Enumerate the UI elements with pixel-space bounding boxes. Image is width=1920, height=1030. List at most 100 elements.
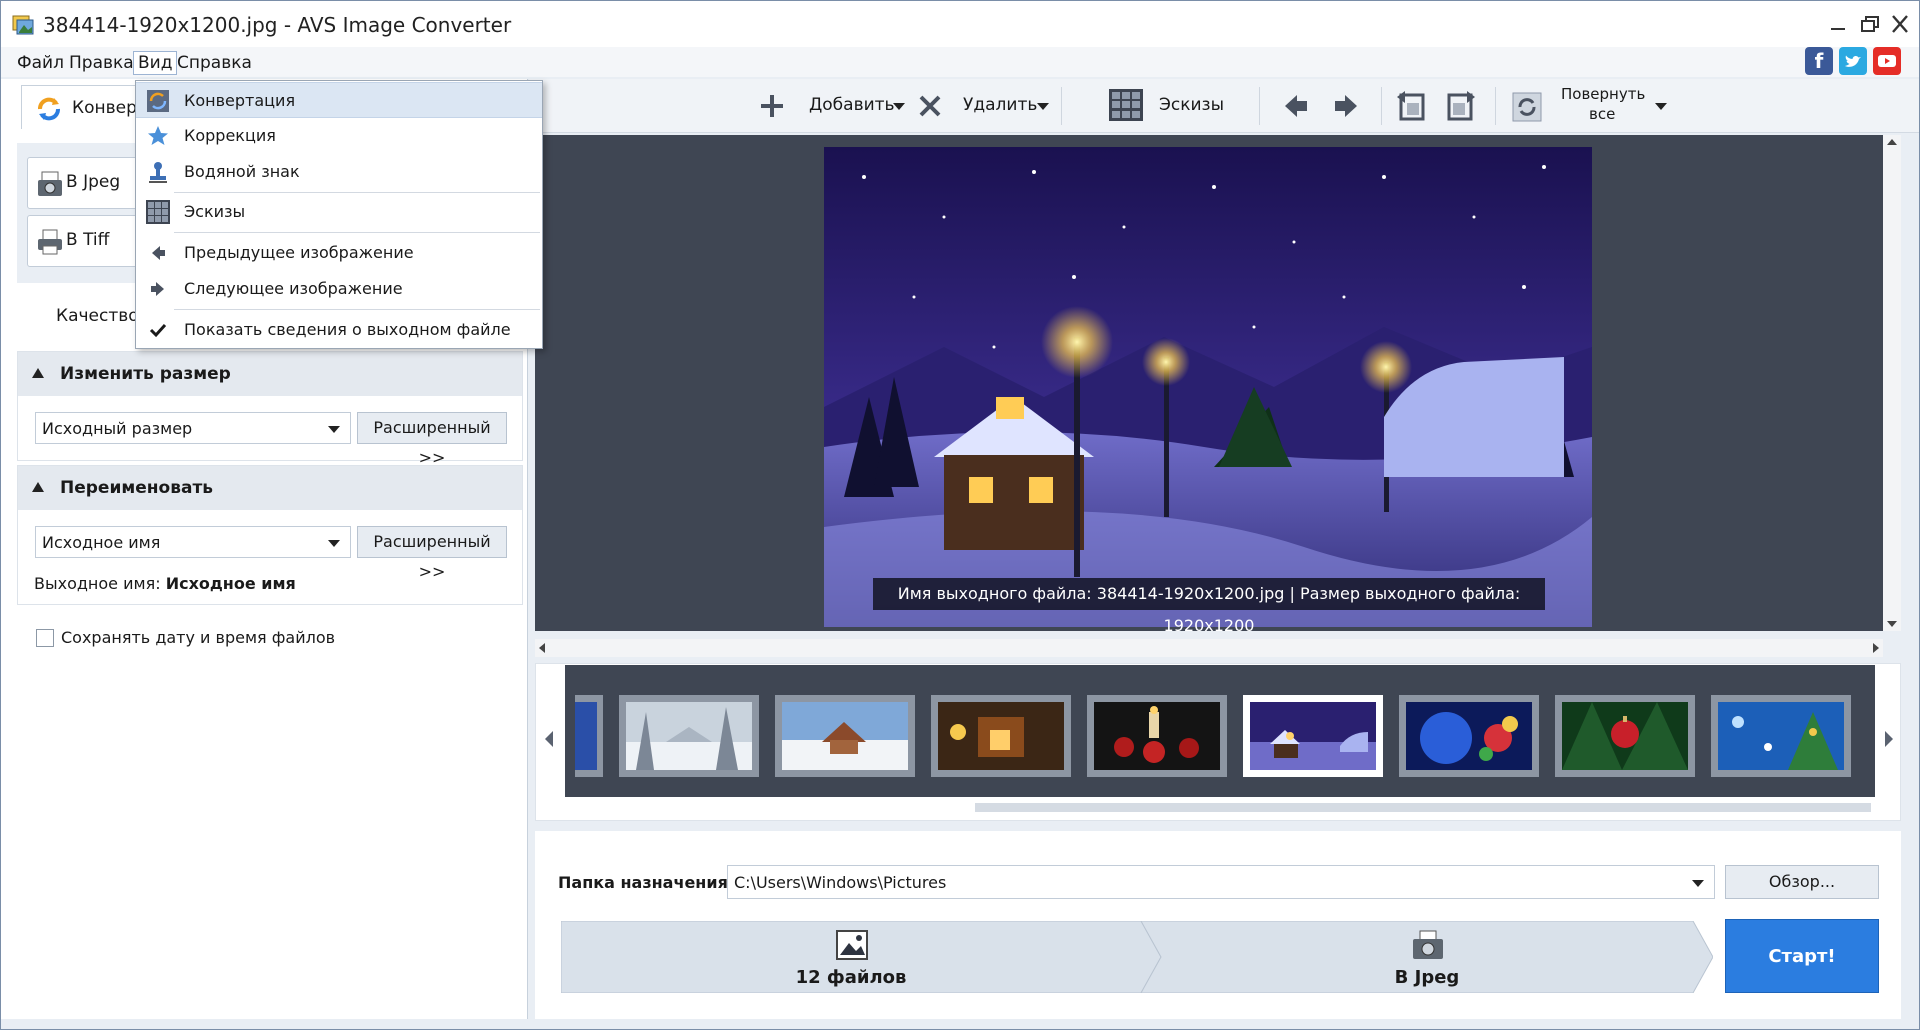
chevron-down-icon — [1692, 880, 1704, 887]
menu-item-convert[interactable]: Конвертация — [136, 82, 542, 118]
output-info-caption: Имя выходного файла: 384414-1920x1200.jp… — [873, 578, 1545, 635]
resize-select[interactable]: Исходный размер — [35, 412, 351, 444]
app-window: 384414-1920x1200.jpg - AVS Image Convert… — [0, 0, 1920, 1030]
add-icon[interactable] — [759, 93, 785, 119]
destination-folder-select[interactable]: C:\Users\Windows\Pictures — [727, 865, 1715, 899]
menu-edit[interactable]: Правка — [65, 51, 138, 75]
rename-select[interactable]: Исходное имя — [35, 526, 351, 558]
thumbnails-icon[interactable] — [1109, 89, 1143, 121]
preview-horizontal-scrollbar[interactable] — [535, 639, 1883, 657]
scrollbar-thumb[interactable] — [975, 803, 1871, 812]
star-icon — [148, 126, 168, 145]
toolbar-separator — [1061, 87, 1062, 125]
arrow-right-icon — [151, 282, 164, 296]
rename-select-value: Исходное имя — [42, 533, 161, 552]
view-menu-dropdown: Конвертация Коррекция Водяной знак Эскиз… — [135, 80, 543, 349]
format-tiff-button[interactable]: В Tiff — [27, 215, 139, 267]
arrow-left-icon — [152, 246, 165, 260]
progress-steps — [561, 921, 1713, 993]
facebook-icon[interactable]: f — [1805, 47, 1833, 75]
minimize-button[interactable] — [1823, 11, 1853, 37]
menu-help[interactable]: Справка — [173, 51, 256, 75]
format-jpeg-label: В Jpeg — [66, 172, 121, 192]
rotate-left-icon[interactable] — [1395, 89, 1429, 123]
rename-section-title: Переименовать — [60, 478, 214, 498]
camera-icon — [38, 171, 62, 196]
delete-icon[interactable] — [917, 93, 943, 119]
menu-item-label: Показать сведения о выходном файле — [184, 320, 511, 339]
previous-image-icon[interactable] — [1283, 93, 1309, 119]
toolbar: Добавить Удалить Эскизы Повернуть все — [529, 79, 1919, 133]
chevron-down-icon[interactable] — [1037, 103, 1049, 110]
menu-item-label: Конвертация — [184, 91, 296, 110]
close-button[interactable] — [1885, 11, 1915, 37]
menu-item-show-output-info[interactable]: Показать сведения о выходном файле — [136, 312, 542, 348]
rename-advanced-button[interactable]: Расширенный >> — [357, 526, 507, 581]
thumbnails-button[interactable]: Эскизы — [1159, 95, 1224, 115]
resize-advanced-button[interactable]: Расширенный >> — [357, 412, 507, 467]
rename-section-header[interactable]: Переименовать — [18, 466, 522, 510]
youtube-icon[interactable] — [1873, 47, 1901, 75]
chevron-down-icon[interactable] — [893, 103, 905, 110]
rotate-all-label-2[interactable]: все — [1589, 105, 1615, 123]
thumbnail-partial[interactable] — [575, 695, 603, 777]
quality-label: Качество: — [56, 306, 145, 326]
destination-folder-value: C:\Users\Windows\Pictures — [734, 873, 947, 892]
delete-button[interactable]: Удалить — [963, 95, 1037, 115]
rotate-all-icon[interactable] — [1511, 91, 1543, 123]
twitter-icon[interactable] — [1839, 47, 1867, 75]
strip-next-arrow-icon[interactable] — [1881, 727, 1897, 751]
menu-item-label: Водяной знак — [184, 162, 300, 181]
camera-icon — [1413, 930, 1443, 959]
thumbnails-icon — [146, 200, 170, 224]
browse-button[interactable]: Обзор... — [1725, 865, 1879, 899]
menu-item-watermark[interactable]: Водяной знак — [136, 154, 542, 190]
title-bar: 384414-1920x1200.jpg - AVS Image Convert… — [1, 1, 1919, 47]
printer-icon — [38, 229, 62, 255]
app-icon — [12, 15, 34, 35]
menu-view[interactable]: Вид — [133, 51, 178, 75]
menu-item-previous-image[interactable]: Предыдущее изображение — [136, 235, 542, 271]
rotate-all-label-1[interactable]: Повернуть — [1561, 85, 1645, 103]
thumbnail-scrollbar[interactable] — [565, 797, 1875, 817]
step-output-format: В Jpeg — [1394, 967, 1460, 988]
chevron-down-icon[interactable] — [1655, 103, 1667, 110]
menu-item-label: Следующее изображение — [184, 279, 403, 298]
menu-item-correction[interactable]: Коррекция — [136, 118, 542, 154]
menu-file[interactable]: Файл — [13, 51, 68, 75]
thumbnail[interactable] — [1087, 695, 1227, 777]
add-button[interactable]: Добавить — [809, 95, 895, 115]
step-files-count: 12 файлов — [795, 967, 907, 988]
collapse-icon — [32, 368, 44, 378]
thumbnail[interactable] — [931, 695, 1071, 777]
resize-section: Изменить размер — [17, 351, 523, 461]
menu-separator — [174, 309, 540, 310]
restore-button[interactable] — [1855, 11, 1885, 37]
rotate-right-icon[interactable] — [1443, 89, 1477, 123]
preview-vertical-scrollbar[interactable] — [1883, 135, 1901, 631]
thumbnail-selected[interactable] — [1243, 695, 1383, 777]
menu-item-thumbnails[interactable]: Эскизы — [136, 194, 542, 230]
toolbar-separator — [1381, 87, 1382, 125]
thumbnail[interactable] — [619, 695, 759, 777]
start-button[interactable]: Старт! — [1725, 919, 1879, 993]
window-title: 384414-1920x1200.jpg - AVS Image Convert… — [43, 13, 512, 37]
next-image-icon[interactable] — [1333, 93, 1359, 119]
resize-section-header[interactable]: Изменить размер — [18, 352, 522, 396]
convert-icon — [38, 97, 60, 121]
chevron-down-icon — [328, 540, 340, 547]
menu-item-next-image[interactable]: Следующее изображение — [136, 271, 542, 307]
menu-item-label: Эскизы — [184, 202, 246, 221]
menu-separator — [174, 232, 540, 233]
menu-bar: Файл Правка Вид Справка — [1, 47, 1919, 77]
strip-previous-arrow-icon[interactable] — [541, 727, 557, 751]
keep-date-checkbox[interactable] — [36, 629, 54, 647]
format-tiff-label: В Tiff — [66, 230, 110, 250]
format-jpeg-button[interactable]: В Jpeg — [27, 157, 139, 209]
destination-label: Папка назначения: — [558, 873, 735, 892]
thumbnail[interactable] — [1399, 695, 1539, 777]
thumbnail[interactable] — [1711, 695, 1851, 777]
thumbnail[interactable] — [775, 695, 915, 777]
thumbnail[interactable] — [1555, 695, 1695, 777]
preview-image — [824, 147, 1592, 627]
